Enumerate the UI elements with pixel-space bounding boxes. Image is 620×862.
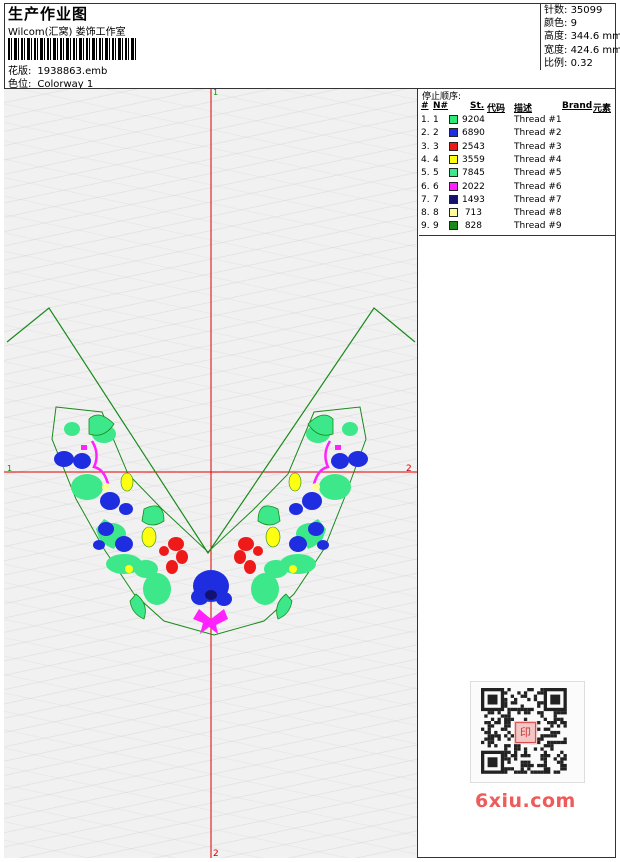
row-stitches: 713 xyxy=(464,208,482,219)
row-needle: 2 xyxy=(433,128,439,139)
stat-scale: 比例: 0.32 xyxy=(544,57,593,69)
qr-code: 印 xyxy=(470,681,585,783)
design-preview: 1 1 2 2 xyxy=(4,88,418,859)
axis-left-label: 1 xyxy=(7,464,12,473)
row-needle: 6 xyxy=(433,181,439,192)
thread-row: 3. 3 2543 Thread #3 xyxy=(419,141,616,154)
color-swatch xyxy=(449,194,458,204)
color-swatch xyxy=(449,221,458,231)
col-n-header: N# xyxy=(433,101,449,111)
row-needle: 7 xyxy=(433,194,439,205)
row-stitches: 1493 xyxy=(462,194,485,205)
row-index: 3. xyxy=(421,141,430,152)
col-brand-header: Brand xyxy=(562,101,593,111)
stop-sequence-panel: 停止顺序: # N# St. 代码 描述 Brand 元素 1. 1 9204 Thr… xyxy=(419,89,616,236)
thread-row: 6. 6 2022 Thread #6 xyxy=(419,181,616,194)
axis-top-label: 1 xyxy=(213,89,218,97)
col-desc-header: 描述 xyxy=(514,104,533,114)
color-swatch xyxy=(449,141,458,151)
color-swatch xyxy=(449,168,458,178)
row-description: Thread #8 xyxy=(514,208,562,219)
thread-row: 7. 7 1493 Thread #7 xyxy=(419,194,616,207)
row-index: 4. xyxy=(421,154,430,165)
row-stitches: 7845 xyxy=(462,168,485,179)
thread-row: 9. 9 828 Thread #9 xyxy=(419,220,616,233)
col-st-header: St. xyxy=(470,101,485,111)
stat-width: 宽度: 424.6 mm xyxy=(544,44,620,56)
barcode xyxy=(8,38,138,60)
stat-height: 高度: 344.6 mm xyxy=(544,31,620,43)
row-index: 1. xyxy=(421,115,430,125)
thread-row: 8. 8 713 Thread #8 xyxy=(419,207,616,220)
right-floral-motif xyxy=(234,414,368,620)
color-swatch xyxy=(449,181,458,191)
color-swatch xyxy=(449,115,458,124)
row-needle: 4 xyxy=(433,154,439,165)
color-swatch xyxy=(449,208,458,218)
qr-stamp-text: 印 xyxy=(520,726,531,739)
watermark: 6xiu.com xyxy=(475,790,576,812)
row-stitches: 828 xyxy=(464,221,482,232)
row-index: 7. xyxy=(421,194,430,205)
row-stitches: 2022 xyxy=(462,181,485,192)
page-title: 生产作业图 xyxy=(8,5,89,23)
axis-right-label: 2 xyxy=(406,464,412,474)
row-description: Thread #4 xyxy=(514,154,562,165)
row-description: Thread #1 xyxy=(514,115,562,125)
stat-colors: 颜色: 9 xyxy=(544,18,577,30)
thread-row: 2. 2 6890 Thread #2 xyxy=(419,127,616,140)
row-needle: 9 xyxy=(433,221,439,232)
thread-row: 1. 1 9204 Thread #1 xyxy=(419,114,616,127)
row-description: Thread #3 xyxy=(514,141,562,152)
thread-row: 5. 5 7845 Thread #5 xyxy=(419,167,616,180)
row-index: 8. xyxy=(421,208,430,219)
studio-name: Wilcom(汇窝) 娄饰工作室 xyxy=(8,27,126,38)
stat-stitches: 针数: 35099 xyxy=(544,5,603,16)
row-stitches: 9204 xyxy=(462,115,485,125)
row-description: Thread #5 xyxy=(514,168,562,179)
design-stats: 针数: 35099 颜色: 9 高度: 344.6 mm 宽度: 424.6 m… xyxy=(540,4,620,70)
row-description: Thread #2 xyxy=(514,128,562,139)
col-code-header: 代码 xyxy=(487,104,506,114)
thread-row: 4. 4 3559 Thread #4 xyxy=(419,154,616,167)
left-floral-motif xyxy=(54,414,188,620)
axis-bottom-label: 2 xyxy=(213,849,219,858)
color-swatch xyxy=(449,154,458,164)
row-index: 9. xyxy=(421,221,430,232)
col-elem-header: 元素 xyxy=(593,104,612,114)
row-needle: 8 xyxy=(433,208,439,219)
embroidery-canvas: 1 1 2 2 xyxy=(4,88,418,859)
color-swatch xyxy=(449,128,458,138)
row-index: 2. xyxy=(421,128,430,139)
row-stitches: 2543 xyxy=(462,141,485,152)
qr-graphic: 印 xyxy=(481,688,567,774)
row-index: 5. xyxy=(421,168,430,179)
row-stitches: 6890 xyxy=(462,128,485,139)
row-description: Thread #7 xyxy=(514,194,562,205)
row-description: Thread #6 xyxy=(514,181,562,192)
row-index: 6. xyxy=(421,181,430,192)
col-num-header: # xyxy=(421,101,429,111)
row-description: Thread #9 xyxy=(514,221,562,232)
row-needle: 1 xyxy=(433,115,439,125)
row-needle: 3 xyxy=(433,141,439,152)
row-stitches: 3559 xyxy=(462,154,485,165)
row-needle: 5 xyxy=(433,168,439,179)
